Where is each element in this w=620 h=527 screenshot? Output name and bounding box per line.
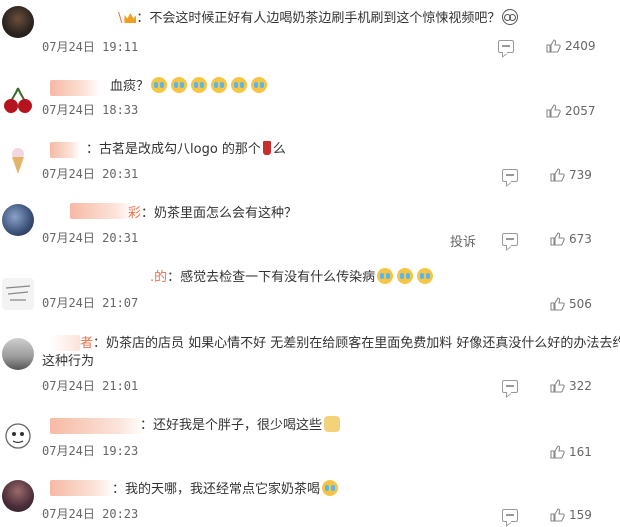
comment-item: .的：感觉去检查一下有没有什么传染病 07月24日 21:07 506 (0, 262, 620, 326)
reply-icon[interactable] (502, 233, 518, 246)
sketch-face-icon (5, 423, 31, 449)
crown-icon (124, 13, 137, 23)
avatar[interactable] (2, 420, 34, 452)
comment-time: 07月24日 20:23 (42, 507, 139, 521)
comment-item: ：古茗是改成勾八logo 的那个么 07月24日 20:31 739 (0, 132, 620, 192)
comment-text: 彩：奶茶里面怎么会有这种？ (128, 206, 298, 221)
like-button[interactable]: 673 (550, 232, 592, 246)
like-count: 673 (569, 232, 592, 246)
thumbs-up-icon (546, 39, 561, 53)
comment-time: 07月24日 19:11 (42, 40, 139, 54)
crying-emoji-icon (231, 77, 248, 93)
reply-icon[interactable] (502, 380, 518, 393)
avatar[interactable] (2, 480, 34, 512)
reply-icon[interactable] (498, 40, 514, 53)
crying-emoji-icon (397, 268, 414, 284)
username-suffix[interactable]: \ (118, 11, 122, 26)
like-count: 2409 (565, 39, 596, 53)
comment-time: 07月24日 20:31 (42, 231, 139, 245)
like-button[interactable]: 159 (550, 508, 592, 522)
like-button[interactable]: 2057 (546, 104, 596, 118)
thumbs-up-icon (550, 168, 565, 182)
like-button[interactable]: 161 (550, 445, 592, 459)
username-suffix[interactable]: .的 (150, 270, 167, 285)
like-count: 506 (569, 297, 592, 311)
comment-time: 07月24日 21:07 (42, 296, 139, 310)
comment-text-line2: 这种行为 (42, 354, 95, 369)
thumbs-up-icon (550, 445, 565, 459)
like-count: 739 (569, 168, 592, 182)
thumbs-up-icon (550, 297, 565, 311)
crying-emoji-icon (191, 77, 208, 93)
comment-time: 07月24日 19:23 (42, 444, 139, 458)
username-blurred[interactable] (50, 480, 114, 496)
milk-tea-cup-icon (262, 141, 271, 155)
avatar[interactable] (2, 278, 34, 310)
comment-text: ：古茗是改成勾八logo 的那个么 (86, 141, 286, 157)
thumbs-up-icon (550, 232, 565, 246)
comment-time: 07月24日 20:31 (42, 167, 139, 181)
doge-emoji-icon (324, 416, 341, 432)
username-blurred[interactable] (50, 418, 146, 434)
avatar[interactable] (2, 338, 34, 370)
crying-emoji-icon (322, 480, 339, 496)
report-button[interactable]: 投诉 (450, 231, 476, 250)
reply-icon[interactable] (502, 509, 518, 522)
comment-item: 血痰？ 07月24日 18:33 2057 (0, 70, 620, 130)
comment-text: ：还好我是个胖子，很少喝这些 (140, 416, 342, 436)
like-button[interactable]: 322 (550, 379, 592, 393)
comment-list: \ ：不会这时候正好有人边喝奶茶边刷手机刷到这个惊悚视频吧？ 07月24日 19:… (0, 0, 620, 522)
crying-emoji-icon (211, 77, 228, 93)
avatar[interactable] (2, 84, 34, 116)
like-count: 159 (569, 508, 592, 522)
glasses-emoji-icon (502, 9, 519, 25)
ice-cream-icon (12, 148, 24, 174)
avatar[interactable] (2, 144, 34, 176)
username-blurred[interactable] (50, 80, 100, 96)
username-blurred[interactable] (70, 203, 134, 219)
comment-text: 者：奶茶店的店员 如果心情不好 无差别在给顾客在里面免费加料 好像还真没什么好的… (80, 336, 620, 351)
comment-text: \ ：不会这时候正好有人边喝奶茶边刷手机刷到这个惊悚视频吧？ (118, 9, 520, 29)
avatar[interactable] (2, 204, 34, 236)
comment-item: 者：奶茶店的店员 如果心情不好 无差别在给顾客在里面免费加料 好像还真没什么好的… (0, 328, 620, 398)
reply-icon[interactable] (502, 169, 518, 182)
like-button[interactable]: 2409 (546, 39, 596, 53)
comment-text: .的：感觉去检查一下有没有什么传染病 (150, 268, 435, 288)
like-count: 2057 (565, 104, 596, 118)
crying-emoji-icon (377, 268, 394, 284)
comment-time: 07月24日 18:33 (42, 103, 139, 117)
cherry-icon (4, 87, 32, 113)
comment-item: 彩：奶茶里面怎么会有这种？ 07月24日 20:31 投诉 673 (0, 196, 620, 260)
comment-item: ：我的天哪，我还经常点它家奶茶喝 07月24日 20:23 159 (0, 470, 620, 522)
comment-time: 07月24日 21:01 (42, 379, 139, 393)
comment-item: ：还好我是个胖子，很少喝这些 07月24日 19:23 161 (0, 408, 620, 464)
thumbs-up-icon (546, 104, 561, 118)
like-count: 161 (569, 445, 592, 459)
crying-emoji-icon (171, 77, 188, 93)
crying-emoji-icon (417, 268, 434, 284)
like-button[interactable]: 506 (550, 297, 592, 311)
crying-emoji-icon (151, 77, 168, 93)
username-blurred[interactable] (50, 335, 80, 351)
comment-item: \ ：不会这时候正好有人边喝奶茶边刷手机刷到这个惊悚视频吧？ 07月24日 19:… (0, 0, 620, 60)
like-count: 322 (569, 379, 592, 393)
comment-text: ：我的天哪，我还经常点它家奶茶喝 (112, 480, 340, 500)
like-button[interactable]: 739 (550, 168, 592, 182)
sketch-icon (5, 285, 31, 301)
username-suffix[interactable]: 者 (80, 336, 93, 351)
username-suffix[interactable]: 彩 (128, 206, 141, 221)
username-blurred[interactable] (50, 142, 80, 158)
crying-emoji-icon (251, 77, 268, 93)
avatar[interactable] (2, 6, 34, 38)
thumbs-up-icon (550, 379, 565, 393)
comment-text: 血痰？ (110, 77, 269, 97)
thumbs-up-icon (550, 508, 565, 522)
